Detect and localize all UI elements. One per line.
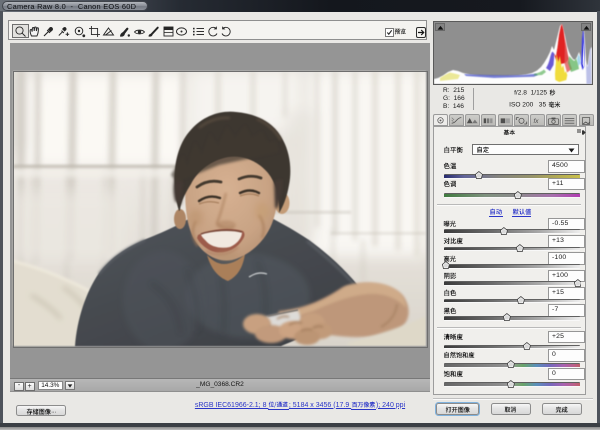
svg-text:fx: fx xyxy=(534,118,540,125)
